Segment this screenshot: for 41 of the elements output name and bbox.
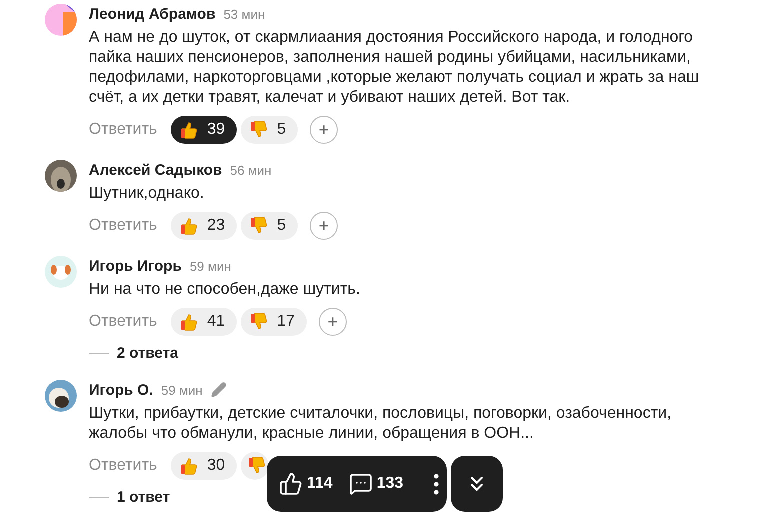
more-button[interactable] xyxy=(434,474,439,494)
thumbs-down-icon xyxy=(249,120,270,140)
author-name[interactable]: Алексей Садыков xyxy=(89,162,222,178)
like-button[interactable]: 30 xyxy=(171,452,238,480)
thumbs-down-icon xyxy=(249,216,270,236)
add-reaction-button[interactable]: + xyxy=(310,116,338,144)
author-name[interactable]: Игорь О. xyxy=(89,382,154,398)
pencil-icon xyxy=(210,382,227,398)
like-count-button[interactable]: 114 xyxy=(279,472,333,496)
dislike-button[interactable]: 17 xyxy=(241,308,307,336)
like-button[interactable]: 23 xyxy=(171,212,238,240)
dislike-button[interactable]: 5 xyxy=(241,116,298,144)
thumbs-down-icon xyxy=(249,312,270,332)
comment-text: Ни на что не способен,даже шутить. xyxy=(89,280,362,300)
dislike-button[interactable]: 5 xyxy=(241,212,298,240)
like-button[interactable]: 41 xyxy=(171,308,238,336)
comment-icon xyxy=(348,472,373,496)
thumbs-up-icon xyxy=(179,456,200,476)
comment-text: Шутки, прибаутки, детские считалочки, пословицы, поговорки, озабоченности, жалобы что обманули, красные линии, обращения в ООН... xyxy=(89,404,673,444)
replies-link[interactable]: 2 ответа xyxy=(117,344,179,362)
replies-link[interactable]: 1 ответ xyxy=(117,488,170,506)
comment-time: 59 мин xyxy=(161,382,203,398)
thumbs-up-icon xyxy=(179,216,200,236)
comment-time: 59 мин xyxy=(190,258,232,274)
scroll-down-button[interactable] xyxy=(451,456,503,512)
comment-time: 56 мин xyxy=(230,162,272,178)
comment-text: А нам не до шуток, от скармлиаания достояния Российского народа, и голодного пайка наших пенсионеров, заполнения нашей родины убийцами, насильниками, педофилами, наркоторговцами ,которые желают получать социал и жрать за наш счёт, а их детки травят, калечат и убивают наших детей. Вот так. xyxy=(89,28,700,108)
dislike-button[interactable] xyxy=(241,452,270,480)
add-reaction-button[interactable]: + xyxy=(318,308,347,336)
author-name[interactable]: Леонид Абрамов xyxy=(89,6,216,22)
more-icon xyxy=(434,474,439,494)
author-name[interactable]: Игорь Игорь xyxy=(89,258,182,274)
thumbs-up-icon xyxy=(179,312,200,332)
like-button[interactable]: 39 xyxy=(171,116,238,144)
comment-text: Шутник,однако. xyxy=(89,184,206,204)
thumbs-up-icon xyxy=(179,120,200,140)
add-reaction-button[interactable]: + xyxy=(310,212,338,240)
comments-count-button[interactable]: 133 xyxy=(348,472,404,496)
thumbs-up-icon xyxy=(279,472,303,496)
thumbs-down-icon xyxy=(247,456,268,476)
comment-time: 53 мин xyxy=(224,6,266,22)
